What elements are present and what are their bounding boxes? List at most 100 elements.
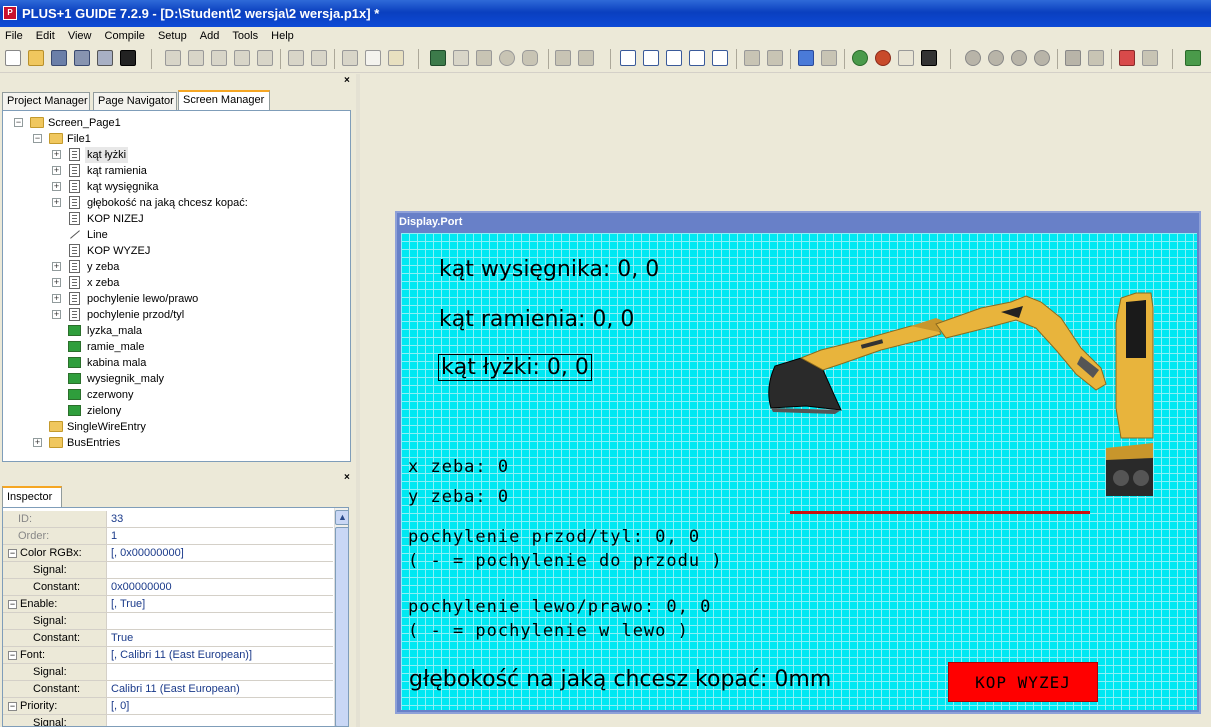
property-row[interactable]: Signal: [3,715,333,726]
tree-item[interactable]: czerwony [87,387,133,403]
label-x-zeba[interactable]: x zeba: 0 [408,457,509,477]
cabin-image[interactable] [1106,292,1154,496]
expand-icon[interactable]: + [52,278,61,287]
open-folder-icon[interactable] [28,50,44,66]
label-przod-tyl-note[interactable]: ( - = pochylenie do przodu ) [408,551,723,571]
menu-compile[interactable]: Compile [100,27,150,45]
tree-item[interactable]: KOP WYZEJ [87,243,150,259]
tree-item[interactable]: zielony [87,403,121,419]
view-split-icon[interactable] [620,50,636,66]
signal-icon[interactable] [555,50,571,66]
property-value[interactable]: Calibri 11 (East European) [109,681,333,697]
monitor-icon[interactable] [120,50,136,66]
label-pochylenie-przod-tyl[interactable]: pochylenie przod/tyl: 0, 0 [408,527,700,547]
menu-edit[interactable]: Edit [31,27,60,45]
zoom-in-icon[interactable] [852,50,868,66]
label-kat-wysiegnika[interactable]: kąt wysięgnika: 0, 0 [439,257,659,282]
menu-setup[interactable]: Setup [153,27,192,45]
label-lewo-prawo-note[interactable]: ( - = pochylenie w lewo ) [408,621,689,641]
property-group-row[interactable]: − Priority: [, 0] [3,698,333,715]
select-icon[interactable] [165,50,181,66]
menu-help[interactable]: Help [266,27,299,45]
align-icon[interactable] [188,50,204,66]
scroll-thumb[interactable] [335,527,348,726]
tree-node-single-wire[interactable]: SingleWireEntry [67,419,146,435]
menu-view[interactable]: View [63,27,97,45]
property-row[interactable]: Constant: Calibri 11 (East European) [3,681,333,698]
save-icon[interactable] [51,50,67,66]
property-row[interactable]: Order: 1 [3,528,333,545]
property-row[interactable]: Constant: 0x00000000 [3,579,333,596]
expand-icon[interactable]: + [33,438,42,447]
tree-item[interactable]: y zeba [87,259,119,275]
send-back-icon[interactable] [767,50,783,66]
image-icon[interactable] [430,50,446,66]
property-group-row[interactable]: − Font: [, Calibri 11 (East European)] [3,647,333,664]
report-icon[interactable] [1142,50,1158,66]
expand-icon[interactable]: + [52,262,61,271]
expand-icon[interactable]: + [52,182,61,191]
close-panel-icon[interactable]: × [344,75,350,86]
expand-icon[interactable]: + [52,294,61,303]
bring-front-icon[interactable] [744,50,760,66]
paste-icon[interactable] [388,50,404,66]
gear-icon[interactable] [1034,50,1050,66]
ellipse-icon[interactable] [499,50,515,66]
tree-node-screen-page[interactable]: Screen_Page1 [48,115,121,131]
expand-icon[interactable]: + [52,310,61,319]
close-panel-icon[interactable]: × [344,472,350,483]
tree-item[interactable]: lyzka_mala [87,323,142,339]
tree-item[interactable]: pochylenie przod/tyl [87,307,184,323]
tree-node-bus-entries[interactable]: BusEntries [67,435,120,451]
ungroup-icon[interactable] [234,50,250,66]
tree-item[interactable]: KOP NIZEJ [87,211,144,227]
delete-icon[interactable] [257,50,273,66]
expand-icon[interactable]: + [52,150,61,159]
error-icon[interactable] [1119,50,1135,66]
tree-item[interactable]: pochylenie lewo/prawo [87,291,198,307]
shape-icon[interactable] [476,50,492,66]
label-kat-ramienia[interactable]: kąt ramienia: 0, 0 [439,307,634,332]
copy-icon[interactable] [365,50,381,66]
property-row[interactable]: ID: 33 [3,511,333,528]
label-pochylenie-lewo-prawo[interactable]: pochylenie lewo/prawo: 0, 0 [408,597,711,617]
compile-icon[interactable] [1065,50,1081,66]
property-row[interactable]: Signal: [3,613,333,630]
collapse-icon[interactable]: − [8,600,17,609]
gear-icon[interactable] [988,50,1004,66]
tree-node-file[interactable]: File1 [67,131,91,147]
tab-project-manager[interactable]: Project Manager [2,92,90,110]
save-all-icon[interactable] [74,50,90,66]
collapse-icon[interactable]: − [8,651,17,660]
label-kat-lyzki[interactable]: kąt łyżki: 0, 0 [438,354,592,381]
splitter[interactable] [356,74,360,727]
tab-page-navigator[interactable]: Page Navigator [93,92,177,110]
kop-wyzej-button[interactable]: KOP WYZEJ [948,662,1098,702]
tree-item[interactable]: głębokość na jaką chcesz kopać: [87,195,248,211]
arm-image[interactable] [799,318,946,371]
label-y-zeba[interactable]: y zeba: 0 [408,487,509,507]
view-target-icon[interactable] [689,50,705,66]
arrow-right-icon[interactable] [821,50,837,66]
expand-icon[interactable]: + [52,166,61,175]
hand-icon[interactable] [898,50,914,66]
tab-inspector[interactable]: Inspector [2,486,62,507]
property-value[interactable]: 0x00000000 [109,579,333,595]
boom-image[interactable] [935,295,1107,391]
tree-item[interactable]: ramie_male [87,339,144,355]
tree-item[interactable]: wysiegnik_maly [87,371,164,387]
undo-icon[interactable] [288,50,304,66]
link-icon[interactable] [578,50,594,66]
collapse-icon[interactable]: − [8,702,17,711]
property-value[interactable]: True [109,630,333,646]
view-point-icon[interactable] [643,50,659,66]
property-group-row[interactable]: − Enable: [, True] [3,596,333,613]
binoculars-icon[interactable] [921,50,937,66]
tree-item[interactable]: kąt ramienia [87,163,147,179]
menu-tools[interactable]: Tools [227,27,263,45]
collapse-icon[interactable]: − [8,549,17,558]
pencil-icon[interactable] [453,50,469,66]
group-icon[interactable] [211,50,227,66]
rounded-rect-icon[interactable] [522,50,538,66]
collapse-icon[interactable]: − [33,134,42,143]
